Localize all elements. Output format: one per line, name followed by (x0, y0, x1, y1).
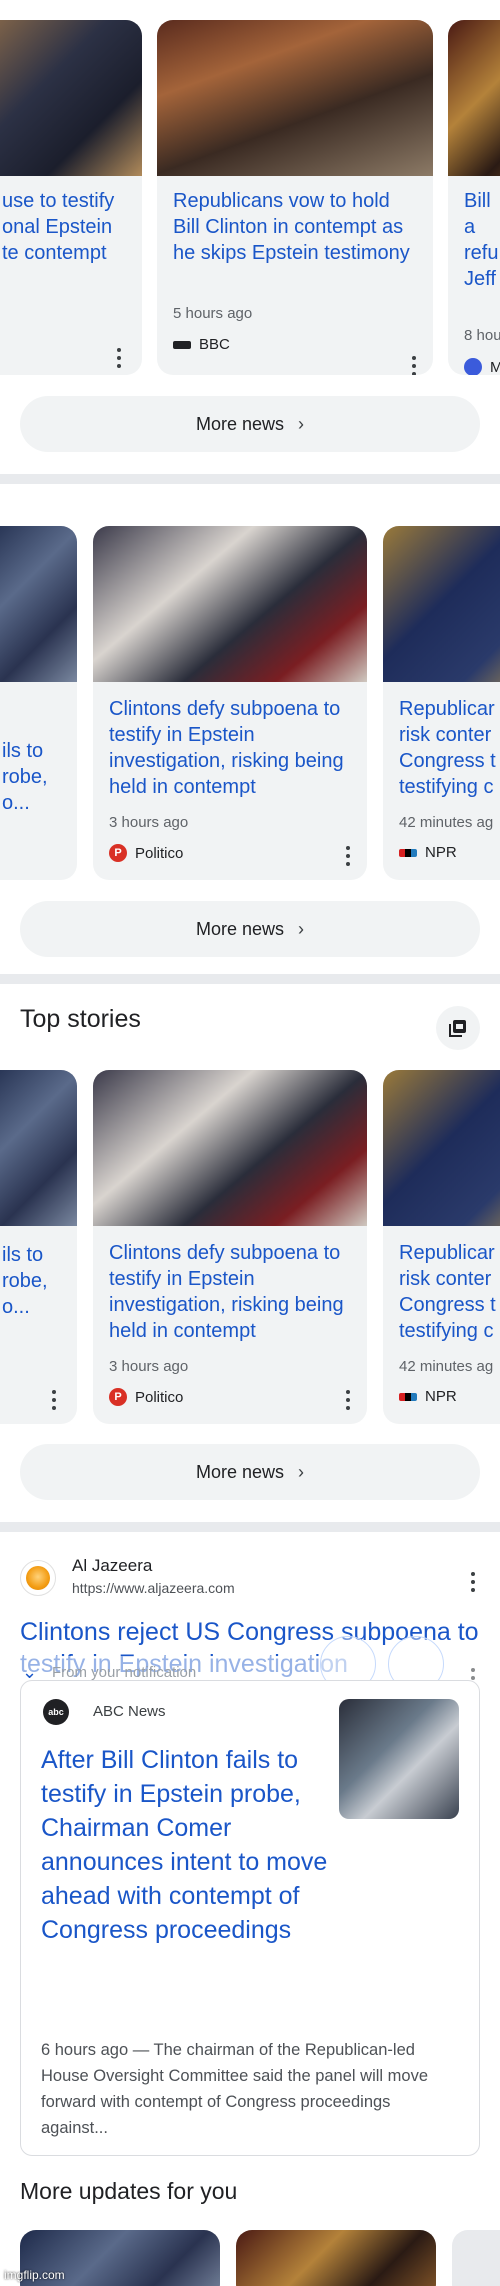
site-url: https://www.aljazeera.com (72, 1580, 235, 1596)
article-thumbnail (93, 1070, 367, 1226)
update-card[interactable] (452, 2230, 500, 2286)
stack-icon (449, 1020, 466, 1037)
more-options-icon[interactable] (411, 356, 417, 375)
news-card[interactable]: use to testify onal Epstein te contempt (0, 20, 142, 375)
article-time: 3 hours ago (109, 814, 189, 831)
more-news-label: More news (195, 413, 285, 434)
article-headline: ils to robe, o... (2, 740, 48, 814)
article-source: NPR (399, 844, 457, 861)
source-name: BBC (199, 336, 230, 353)
article-thumbnail (157, 20, 433, 176)
section-divider (0, 974, 500, 984)
more-news-label: More news (195, 1461, 285, 1482)
article-headline: Clintons defy subpoena to testify in Eps… (109, 1242, 344, 1342)
article-headline: use to testify onal Epstein te contempt (2, 190, 115, 264)
article-source: P Politico (109, 844, 183, 862)
article-thumbnail (383, 526, 500, 682)
more-news-label: More news (195, 918, 285, 939)
bbc-logo-icon (173, 340, 191, 349)
news-carousel-2[interactable]: ils to robe, o... Clintons defy subpoena… (0, 484, 500, 880)
section-divider (0, 474, 500, 484)
article-thumbnail (0, 526, 77, 682)
news-card[interactable]: ils to robe, o... (0, 1070, 77, 1424)
source-name: NPR (425, 844, 457, 861)
npr-logo-icon (399, 1392, 417, 1401)
source-name: NPR (425, 1388, 457, 1405)
more-options-icon[interactable] (51, 1390, 57, 1410)
news-card[interactable]: Clintons defy subpoena to testify in Eps… (93, 1070, 367, 1424)
site-name: Al Jazeera (72, 1556, 153, 1575)
top-stories-carousel[interactable]: ils to robe, o... Clintons defy subpoena… (0, 1068, 500, 1424)
article-source: P Politico (109, 1388, 183, 1406)
source-name: M (490, 358, 500, 376)
abc-logo-icon: abc (43, 1699, 69, 1725)
article-headline-link[interactable]: After Bill Clinton fails to testify in E… (41, 1743, 331, 1947)
article-source: M (464, 358, 500, 375)
article-thumbnail (448, 20, 500, 176)
more-options-icon[interactable] (470, 1572, 476, 1592)
news-card[interactable]: Clintons defy subpoena to testify in Eps… (93, 526, 367, 880)
article-time: 42 minutes ag (399, 1358, 494, 1375)
chevron-right-icon: › (298, 413, 305, 434)
update-card[interactable] (236, 2230, 436, 2286)
article-source: BBC (173, 336, 230, 353)
article-headline: ils to robe, o... (2, 1244, 48, 1318)
source-name: Politico (135, 844, 184, 862)
source-logo-icon (464, 358, 482, 375)
news-card[interactable]: ils to robe, o... (0, 526, 77, 880)
section-heading: More updates for you (20, 2178, 238, 2204)
article-time: 42 minutes ag (399, 814, 494, 831)
more-options-icon[interactable] (345, 1390, 351, 1410)
aljazeera-logo-icon (20, 1560, 56, 1596)
article-thumbnail (383, 1070, 500, 1226)
article-thumbnail (0, 1070, 77, 1226)
article-snippet: 6 hours ago — The chairman of the Republ… (41, 2041, 429, 2137)
more-news-button[interactable]: More news › (20, 1444, 480, 1500)
chevron-right-icon: › (298, 1461, 305, 1482)
source-name: ABC News (93, 1703, 166, 1720)
news-card[interactable]: Bill a refu Jeff 8 hou M (448, 20, 500, 375)
npr-logo-icon (399, 848, 417, 857)
news-card[interactable]: Republicar risk conter Congress t testif… (383, 1070, 500, 1424)
section-divider (0, 1522, 500, 1532)
chevron-right-icon: › (298, 918, 305, 939)
news-carousel-1[interactable]: use to testify onal Epstein te contempt … (0, 0, 500, 375)
news-card[interactable]: Republicar risk conter Congress t testif… (383, 526, 500, 880)
source-name: Politico (135, 1388, 184, 1406)
more-options-icon[interactable] (345, 846, 351, 866)
overlay-label: From your notification (52, 1664, 197, 1681)
politico-logo-icon: P (109, 1388, 127, 1406)
article-headline: Bill a refu Jeff (464, 190, 499, 290)
article-thumbnail (339, 1699, 459, 1819)
article-thumbnail (0, 20, 142, 176)
watermark: imgflip.com (4, 2268, 65, 2282)
article-headline: Clintons defy subpoena to testify in Eps… (109, 698, 344, 798)
news-card[interactable]: Republicans vow to hold Bill Clinton in … (157, 20, 433, 375)
article-time: 3 hours ago (109, 1358, 189, 1375)
more-options-icon[interactable] (116, 348, 122, 368)
more-updates-carousel[interactable] (0, 2230, 500, 2286)
article-thumbnail (93, 526, 367, 682)
article-headline: Republicar risk conter Congress t testif… (399, 1242, 496, 1342)
full-coverage-button[interactable] (436, 1006, 480, 1050)
article-source: NPR (399, 1388, 457, 1405)
more-news-button[interactable]: More news › (20, 396, 480, 452)
article-time: 8 hou (464, 327, 500, 344)
politico-logo-icon: P (109, 844, 127, 862)
article-time: 5 hours ago (173, 305, 253, 322)
article-headline: Republicar risk conter Congress t testif… (399, 698, 496, 798)
article-headline: Republicans vow to hold Bill Clinton in … (173, 190, 410, 264)
abc-news-card[interactable]: abc ABC News After Bill Clinton fails to… (20, 1680, 480, 2156)
more-news-button[interactable]: More news › (20, 901, 480, 957)
section-heading: Top stories (20, 1005, 141, 1033)
